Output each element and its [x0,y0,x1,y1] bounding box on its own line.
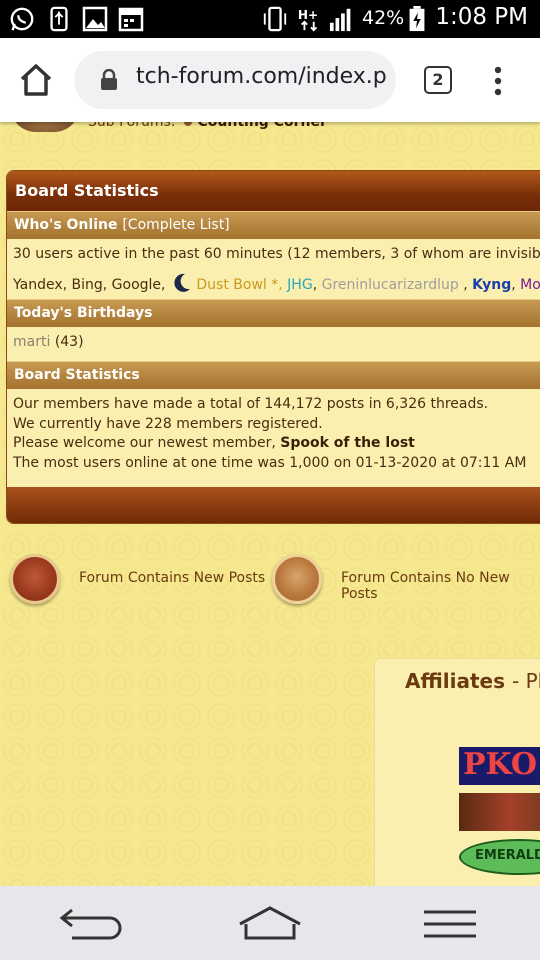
browser-toolbar: tch-forum.com/index.p 2 [0,38,540,122]
board-statistics-panel: Board Statistics Who's Online [Complete … [6,170,540,524]
affiliate-banner[interactable] [459,793,540,831]
subforum-bullet-icon [183,122,192,126]
affiliate-banner[interactable]: PKO [459,747,540,785]
new-posts-label: Forum Contains New Posts [79,570,266,586]
no-new-posts-icon [272,554,322,604]
more-options-icon[interactable] [490,65,506,97]
image-icon [82,6,108,32]
board-footer [7,487,540,523]
online-user-suffix: , [463,277,468,293]
stats-members: We currently have 228 members registered… [13,415,323,432]
moon-icon [174,273,190,292]
stats-body: Our members have made a total of 144,172… [7,389,540,473]
online-user[interactable]: Kyng [472,277,511,293]
battery-percent: 42% [362,7,405,29]
calendar-icon [118,7,144,32]
usb-icon [50,6,68,32]
subforums-line: Sub Forums: Counting Corner [88,122,327,130]
tab-switcher-button[interactable]: 2 [424,66,452,94]
home-icon[interactable] [18,62,54,98]
forum-page: Sub Forums: Counting Corner Board Statist… [0,122,540,886]
affiliate-banner-text: PKO [463,747,537,782]
hplus-data-icon: H+ [298,8,318,32]
online-user-suffix: , [312,277,318,293]
new-posts-icon [10,554,60,604]
affiliates-panel: Affiliates - Plea PKO EMERALD'S [374,658,540,886]
vibrate-icon [263,6,287,32]
stats-newest-prefix: Please welcome our newest member, [13,435,276,451]
stats-posts: Our members have made a total of 144,172… [13,396,489,412]
affiliate-banner-text: EMERALD'S [475,848,540,863]
board-statistics-header: Board Statistics [7,171,540,211]
lock-icon [101,69,117,90]
online-user-suffix: *, [271,277,283,293]
whos-online-title: Who's Online [14,217,118,233]
birthday-user[interactable]: marti [13,334,50,350]
online-summary: 30 users active in the past 60 minutes (… [13,246,540,262]
birthdays-header: Today's Birthdays [7,299,540,327]
online-user[interactable]: Dust Bowl [196,277,266,293]
affiliates-title: Affiliates - Plea [405,669,540,693]
back-icon[interactable] [58,904,122,944]
newest-member-link[interactable]: Spook of the lost [280,435,415,451]
online-user[interactable]: Moonface [520,277,540,293]
birthday-row: marti (43) [7,327,540,361]
affiliates-heading: Affiliates [405,669,506,693]
no-new-posts-label: Forum Contains No New Posts [341,570,510,602]
online-user[interactable]: JHG [287,277,313,293]
stats-header: Board Statistics [7,361,540,389]
signal-icon [329,8,351,32]
stats-newest: Please welcome our newest member, Spook … [13,434,540,454]
affiliate-banner[interactable]: EMERALD'S [459,837,540,877]
subforums-label: Sub Forums: [88,122,176,130]
url-text: tch-forum.com/index.p [136,64,387,89]
whos-online-header: Who's Online [Complete List] [7,211,540,239]
online-user[interactable]: Greninlucarizardlup [322,277,459,293]
battery-charging-icon [409,6,425,32]
home-nav-icon[interactable] [236,904,304,944]
svg-text:H+: H+ [298,8,318,22]
whatsapp-icon [10,7,34,31]
birthday-age: (43) [54,334,84,350]
forum-status-icon [10,122,80,132]
subforum-link[interactable]: Counting Corner [198,122,327,130]
status-bar: H+ 42% 1:08 PM [0,0,540,38]
stats-record: The most users online at one time was 1,… [13,454,527,471]
navigation-bar [0,886,540,960]
online-user-suffix: , [511,277,516,293]
complete-list-link[interactable]: [Complete List] [122,217,229,233]
menu-icon[interactable] [422,904,478,944]
affiliates-subtitle: - Plea [512,669,540,693]
clock: 1:08 PM [435,4,528,30]
bots-list: Yandex, Bing, Google, [13,277,166,293]
address-bar[interactable]: tch-forum.com/index.p [74,51,396,109]
online-users-list: Yandex, Bing, Google, Dust Bowl *, JHG, … [7,269,540,299]
